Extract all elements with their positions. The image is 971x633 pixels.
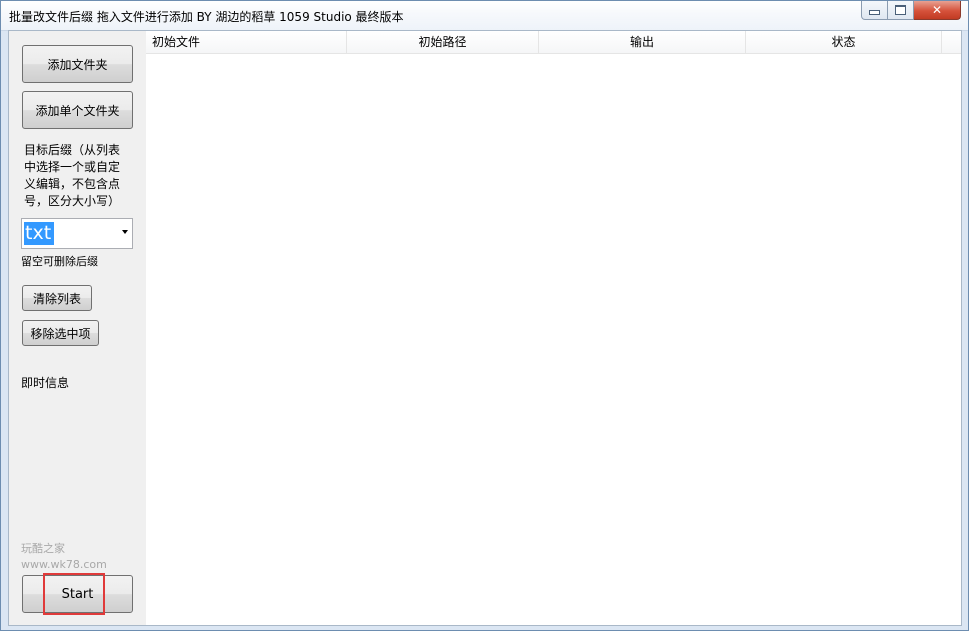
window-title: 批量改文件后缀 拖入文件进行添加 BY 湖边的稻草 1059 Studio 最终… xyxy=(9,10,404,24)
column-header-status[interactable]: 状态 xyxy=(746,31,942,53)
empty-suffix-hint: 留空可删除后缀 xyxy=(21,255,98,268)
client-area: 添加文件夹 添加单个文件夹 目标后缀（从列表中选择一个或自定义编辑，不包含点号，… xyxy=(8,30,962,626)
close-icon: ✕ xyxy=(931,3,943,17)
app-window: 批量改文件后缀 拖入文件进行添加 BY 湖边的稻草 1059 Studio 最终… xyxy=(0,0,969,631)
target-suffix-label: 目标后缀（从列表中选择一个或自定义编辑，不包含点号，区分大小写） xyxy=(24,143,121,208)
watermark-url: www.wk78.com xyxy=(21,558,107,571)
close-button[interactable]: ✕ xyxy=(914,1,961,20)
minimize-icon xyxy=(869,9,880,15)
maximize-icon xyxy=(895,5,906,15)
column-header-initial-file[interactable]: 初始文件 xyxy=(146,31,347,53)
add-folder-button[interactable]: 添加文件夹 xyxy=(22,45,133,83)
maximize-button[interactable] xyxy=(888,1,914,20)
file-list-view[interactable]: 初始文件 初始路径 输出 状态 xyxy=(146,31,961,625)
left-panel: 添加文件夹 添加单个文件夹 目标后缀（从列表中选择一个或自定义编辑，不包含点号，… xyxy=(9,31,146,625)
add-single-folder-button[interactable]: 添加单个文件夹 xyxy=(22,91,133,129)
window-controls: ✕ xyxy=(861,1,961,21)
list-header: 初始文件 初始路径 输出 状态 xyxy=(146,31,961,54)
start-button[interactable]: Start xyxy=(22,575,133,613)
remove-selected-button[interactable]: 移除选中项 xyxy=(22,320,99,346)
list-body[interactable] xyxy=(146,54,961,625)
suffix-combobox[interactable]: txt xyxy=(21,218,133,249)
column-header-output[interactable]: 输出 xyxy=(539,31,746,53)
chevron-down-icon[interactable] xyxy=(122,230,128,234)
title-bar[interactable]: 批量改文件后缀 拖入文件进行添加 BY 湖边的稻草 1059 Studio 最终… xyxy=(1,1,968,31)
clear-list-button[interactable]: 清除列表 xyxy=(22,285,92,311)
minimize-button[interactable] xyxy=(861,1,888,20)
watermark-name: 玩酷之家 xyxy=(21,542,65,555)
suffix-value[interactable]: txt xyxy=(24,222,54,245)
watermark: 玩酷之家 www.wk78.com xyxy=(21,541,107,573)
column-header-initial-path[interactable]: 初始路径 xyxy=(347,31,539,53)
instant-info-label: 即时信息 xyxy=(21,376,70,390)
